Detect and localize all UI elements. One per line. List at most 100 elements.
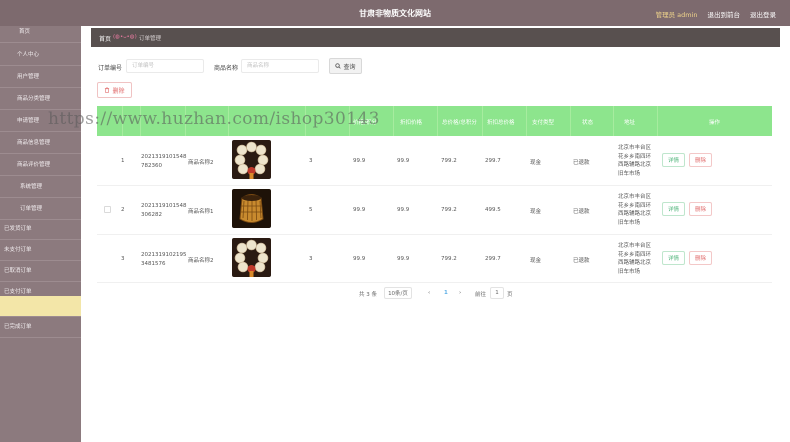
batch-delete-button[interactable]: 删除	[97, 82, 132, 98]
sidebar-item-system[interactable]: 系统管理	[0, 177, 81, 198]
delete-button[interactable]: 删除	[689, 202, 712, 216]
sidebar-item-label: 商品分类管理	[17, 96, 51, 102]
row-address: 北京市丰台区 花乡乡南四环 西路辅路北京 旧车市场	[618, 243, 652, 275]
row-index: 3	[121, 256, 125, 262]
top-bar: 甘肃非物质文化网站 管理员 admin 退出到前台 退出登录	[0, 0, 790, 26]
row-divider	[97, 185, 772, 186]
row-total: 799.2	[441, 256, 457, 262]
header-divider	[393, 106, 394, 136]
search-button-label: 查询	[343, 63, 356, 71]
product-image-basket	[232, 189, 271, 228]
product-image-beads	[232, 140, 271, 179]
sidebar-item-category[interactable]: 商品分类管理	[0, 89, 81, 110]
sidebar-item-label: 商品评价管理	[17, 162, 51, 168]
sidebar-item-label: 已退款订单	[4, 303, 32, 309]
header-status: 状态	[582, 120, 594, 126]
header-divider	[570, 106, 571, 136]
sidebar-item-completed[interactable]: 已完成订单	[0, 317, 81, 338]
row-address: 北京市丰台区 花乡乡南四环 西路辅路北京 旧车市场	[618, 194, 652, 226]
header-divider	[657, 106, 658, 136]
sidebar-item-reviews[interactable]: 商品评价管理	[0, 155, 81, 176]
row-price: 99.9	[353, 158, 366, 164]
sidebar-item-users[interactable]: 用户管理	[0, 67, 81, 88]
sidebar-item-cancelled[interactable]: 已取消订单	[0, 261, 81, 282]
breadcrumb-emoji: (◍•ᴗ•◍)	[113, 34, 137, 40]
row-checkbox[interactable]	[104, 206, 111, 213]
row-total: 799.2	[441, 207, 457, 213]
page-unit-label: 页	[507, 292, 513, 298]
sidebar-item-products[interactable]: 商品信息管理	[0, 133, 81, 154]
sidebar-item-label: 系统管理	[20, 184, 43, 190]
detail-button[interactable]: 详情	[662, 202, 685, 216]
row-pay-type: 现金	[530, 209, 542, 215]
row-divider	[97, 282, 772, 283]
row-discount-price: 99.9	[397, 158, 410, 164]
search-icon	[335, 63, 342, 69]
header-actions: 操作	[709, 120, 721, 126]
row-discount-price: 99.9	[397, 256, 410, 262]
sidebar-item-label: 已完成订单	[4, 324, 32, 330]
row-discount-total: 299.7	[485, 256, 501, 262]
search-button[interactable]: 查询	[329, 58, 362, 74]
row-status: 已退款	[573, 209, 590, 215]
goto-label: 前往	[475, 292, 487, 298]
header-divider	[437, 106, 438, 136]
sidebar-item-label: 已取消订单	[4, 268, 32, 274]
trash-icon	[105, 87, 110, 93]
row-order-no: 202131910154​8 782360	[141, 154, 187, 169]
row-order-no: 202131910154​8 306282	[141, 203, 187, 218]
sidebar-item-label: 订单管理	[20, 206, 43, 212]
row-divider	[97, 234, 772, 235]
header-pay-type: 支付类型	[532, 120, 555, 126]
sidebar-item-home[interactable]: 首页	[0, 22, 81, 43]
row-quantity: 5	[309, 207, 313, 213]
sidebar-item-shipped[interactable]: 已发货订单	[0, 219, 81, 240]
delete-button[interactable]: 删除	[689, 251, 712, 265]
header-divider	[482, 106, 483, 136]
breadcrumb-home[interactable]: 首页	[99, 34, 111, 43]
header-discount-price: 折扣价格	[400, 120, 423, 126]
header-divider	[526, 106, 527, 136]
sidebar-item-label: 已发货订单	[4, 226, 32, 232]
sidebar-item-label: 用户管理	[17, 74, 40, 80]
row-quantity: 3	[309, 256, 313, 262]
sidebar-item-label: 首页	[19, 29, 31, 35]
order-no-input[interactable]	[126, 59, 204, 73]
breadcrumb: 首页 (◍•ᴗ•◍) 订单管理	[91, 28, 780, 47]
delete-button[interactable]: 删除	[689, 153, 712, 167]
row-price: 99.9	[353, 256, 366, 262]
row-index: 1	[121, 158, 125, 164]
sidebar-item-unpaid[interactable]: 未支付订单	[0, 240, 81, 261]
header-discount-total: 折扣总价格	[487, 120, 515, 126]
next-page-button[interactable]: ›	[459, 290, 461, 296]
detail-button[interactable]: 详情	[662, 153, 685, 167]
detail-button[interactable]: 详情	[662, 251, 685, 265]
sidebar-item-label: 未支付订单	[4, 247, 32, 253]
watermark: https://www.huzhan.com/ishop30143	[48, 109, 380, 129]
product-image-beads	[232, 238, 271, 277]
header-address: 地址	[624, 120, 636, 126]
row-total: 799.2	[441, 158, 457, 164]
row-product-name: 商品名称1	[188, 209, 214, 215]
admin-label: 管理员 admin	[655, 11, 698, 19]
logout-link[interactable]: 退出登录	[750, 9, 776, 19]
row-pay-type: 现金	[530, 258, 542, 264]
front-link[interactable]: 退出到前台	[708, 9, 741, 19]
product-name-input[interactable]	[241, 59, 319, 73]
pagination-total: 共 3 条	[359, 292, 377, 298]
batch-delete-label: 删除	[112, 87, 125, 95]
row-status: 已退款	[573, 160, 590, 166]
sidebar-item-profile[interactable]: 个人中心	[0, 45, 81, 66]
current-page[interactable]: 1	[444, 290, 448, 296]
prev-page-button[interactable]: ‹	[428, 290, 430, 296]
goto-page-input[interactable]: 1	[490, 287, 504, 299]
product-name-label: 商品名称	[214, 65, 239, 72]
order-no-label: 订单编号	[98, 65, 123, 72]
page-size-select[interactable]: 10条/页	[384, 287, 412, 299]
row-status: 已退款	[573, 258, 590, 264]
sidebar-item-refunded[interactable]: 已退款订单	[0, 296, 81, 317]
top-right-links: 管理员 admin 退出到前台 退出登录	[656, 9, 776, 19]
row-product-name: 商品名称2	[188, 258, 214, 264]
sidebar-item-orders[interactable]: 订单管理	[0, 199, 81, 220]
row-product-name: 商品名称2	[188, 160, 214, 166]
